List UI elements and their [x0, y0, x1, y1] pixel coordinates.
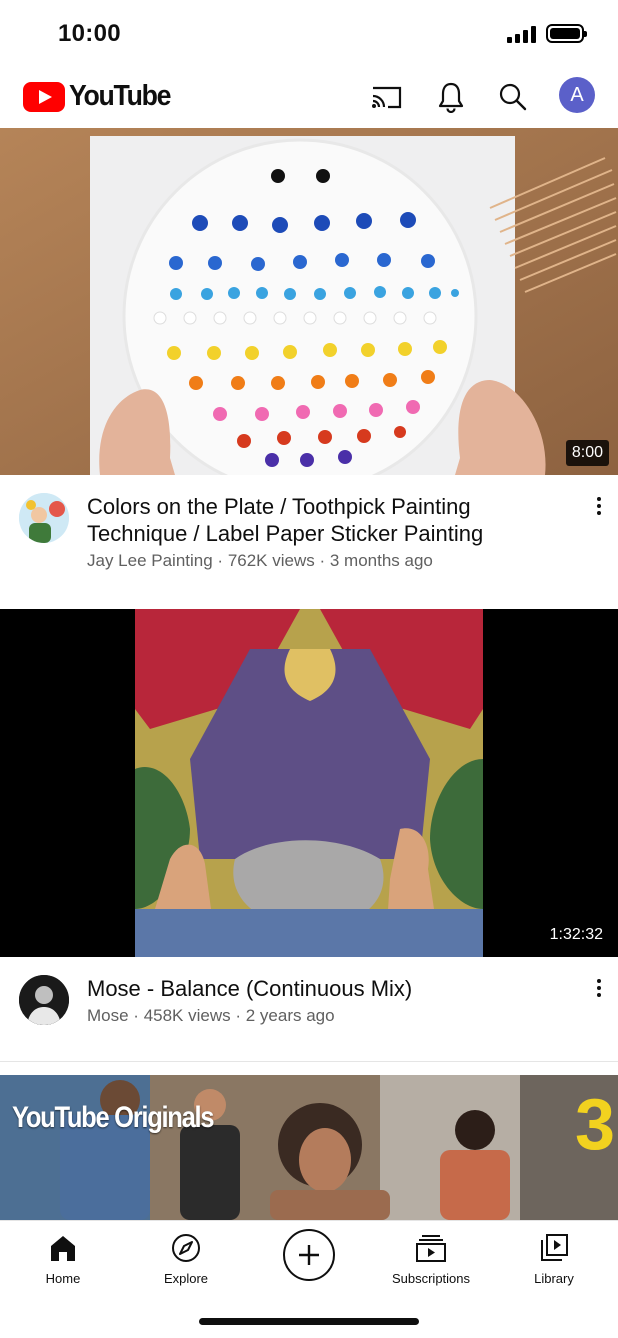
cast-icon	[372, 86, 402, 109]
thumbnail-painting-plate	[0, 128, 618, 475]
status-icons	[507, 24, 587, 43]
more-vert-icon	[597, 497, 601, 501]
youtube-play-icon	[23, 81, 65, 112]
library-icon	[541, 1234, 568, 1261]
battery-icon	[546, 24, 587, 43]
channel-name[interactable]: Mose	[87, 1006, 129, 1025]
create-plus-icon	[299, 1245, 319, 1265]
home-indicator	[199, 1318, 419, 1325]
nav-home[interactable]: Home	[8, 1231, 118, 1286]
thumbnail-dance-scene	[0, 1075, 618, 1220]
video-duration-badge: 8:00	[565, 440, 609, 466]
create-button[interactable]	[283, 1229, 335, 1281]
video-thumbnail[interactable]: YouTube Originals 3	[0, 1075, 618, 1220]
status-time: 10:00	[58, 20, 121, 47]
thumbnail-artwork	[0, 609, 618, 957]
channel-name[interactable]: Jay Lee Painting	[87, 551, 213, 570]
video-info[interactable]: Mose - Balance (Continuous Mix) Mose · 4…	[0, 957, 618, 1062]
nav-subscriptions[interactable]: Subscriptions	[376, 1231, 486, 1286]
status-bar: 10:00	[0, 0, 618, 66]
video-thumbnail[interactable]: 1:32:32	[0, 609, 618, 957]
more-vert-icon	[597, 979, 601, 983]
compass-icon	[172, 1234, 200, 1262]
video-metadata: Jay Lee Painting · 762K views · 3 months…	[87, 551, 433, 570]
video-title-line: Technique / Label Paper Sticker Painting	[87, 521, 484, 546]
video-title-line: Colors on the Plate / Toothpick Painting	[87, 494, 471, 519]
youtube-logo[interactable]: YouTube	[23, 80, 179, 113]
account-avatar-button[interactable]: A	[559, 77, 595, 113]
video-duration-badge: 1:32:32	[543, 922, 609, 948]
home-icon	[51, 1236, 75, 1261]
nav-label: Home	[45, 1271, 81, 1286]
channel-avatar[interactable]	[19, 493, 69, 543]
notifications-icon	[438, 82, 464, 113]
video-metadata: Mose · 458K views · 2 years ago	[87, 1006, 335, 1025]
nav-explore[interactable]: Explore	[131, 1231, 241, 1286]
video-title[interactable]: Colors on the Plate / Toothpick Painting…	[87, 493, 567, 547]
more-options-button[interactable]	[590, 491, 608, 521]
app-header: YouTube	[0, 66, 618, 128]
originals-episode-number: 3	[575, 1085, 616, 1165]
video-title[interactable]: Mose - Balance (Continuous Mix)	[87, 975, 567, 1002]
channel-avatar-image	[19, 493, 69, 543]
nav-library[interactable]: Library	[499, 1231, 609, 1286]
channel-avatar-image	[19, 975, 69, 1025]
nav-label: Library	[534, 1271, 574, 1286]
signal-icon	[507, 25, 536, 43]
video-info[interactable]: Colors on the Plate / Toothpick Painting…	[0, 475, 618, 609]
cast-button[interactable]	[367, 78, 405, 116]
more-options-button[interactable]	[590, 973, 608, 1003]
search-icon	[499, 83, 527, 111]
search-button[interactable]	[494, 78, 532, 116]
view-count: 458K views	[143, 1006, 231, 1025]
logo-text: YouTube	[69, 80, 171, 112]
upload-age: 2 years ago	[245, 1006, 335, 1025]
video-thumbnail[interactable]: 8:00	[0, 128, 618, 475]
nav-label: Subscriptions	[391, 1271, 471, 1286]
avatar-letter: A	[570, 83, 584, 106]
subscriptions-icon	[416, 1235, 446, 1262]
view-count: 762K views	[227, 551, 315, 570]
channel-avatar[interactable]	[19, 975, 69, 1025]
upload-age: 3 months ago	[329, 551, 433, 570]
originals-banner-text: YouTube Originals	[12, 1101, 215, 1134]
notifications-button[interactable]	[432, 78, 470, 116]
nav-label: Explore	[163, 1271, 209, 1286]
